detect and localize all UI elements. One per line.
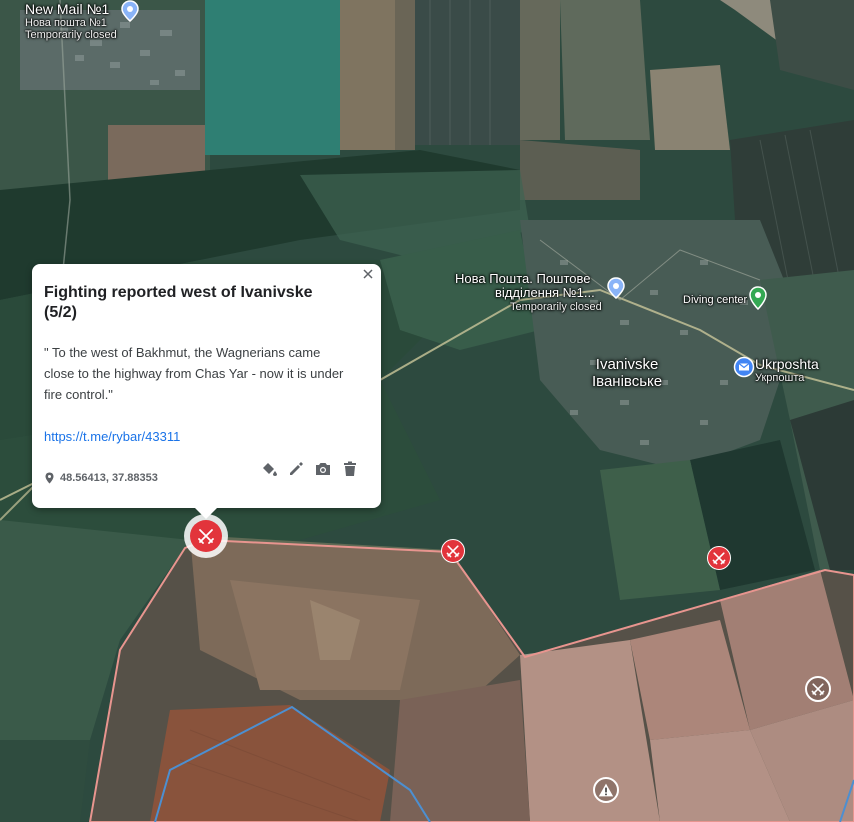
place-label-novaposhta[interactable]: Нова Пошта. Поштове відділення №1... Tem… — [455, 271, 602, 313]
place-label-newmail[interactable]: New Mail №1 Нова пошта №1 Temporarily cl… — [25, 1, 117, 42]
place-name: New Mail №1 — [25, 1, 110, 17]
popup-toolbar — [259, 459, 359, 478]
town-label-ivanivske: Ivanivske Іванівське — [592, 356, 662, 391]
close-button[interactable] — [361, 267, 375, 281]
map-pin-diving[interactable] — [748, 286, 768, 315]
warning-marker[interactable] — [593, 777, 619, 803]
battle-marker[interactable] — [441, 539, 465, 563]
town-name-uk: Іванівське — [592, 373, 663, 391]
battle-crossed-swords-icon — [198, 529, 214, 544]
place-name: Diving center — [683, 294, 748, 306]
coordinates-row: 48.56413, 37.88353 — [45, 472, 158, 484]
edit-button[interactable] — [286, 459, 305, 478]
delete-button[interactable] — [340, 459, 359, 478]
map-pin-novaposhta[interactable] — [606, 277, 626, 304]
selected-battle-marker[interactable] — [184, 514, 228, 558]
trash-icon — [343, 461, 356, 476]
warning-icon — [598, 783, 614, 797]
info-popup: Fighting reported west of Ivanivske (5/2… — [32, 264, 381, 519]
camera-icon — [315, 462, 330, 475]
pencil-icon — [289, 461, 303, 475]
place-status: Temporarily closed — [510, 300, 602, 313]
map-pin-newmail[interactable] — [120, 0, 140, 27]
town-name-en: Ivanivske — [595, 356, 659, 373]
location-pin-icon — [45, 472, 54, 484]
place-label-diving[interactable]: Diving center — [683, 294, 747, 306]
paint-bucket-icon — [262, 462, 277, 476]
coordinates-text: 48.56413, 37.88353 — [60, 472, 158, 484]
place-name-uk: Нова пошта №1 — [25, 17, 107, 30]
source-link[interactable]: https://t.me/rybar/43311 — [44, 429, 180, 444]
style-button[interactable] — [259, 459, 278, 478]
mail-pin-icon — [733, 356, 755, 378]
place-status: Temporarily closed — [25, 29, 117, 42]
battle-crossed-swords-icon — [446, 545, 460, 558]
battle-marker[interactable] — [707, 546, 731, 570]
location-pin-icon — [607, 277, 625, 299]
map-pin-ukrposhta[interactable] — [733, 356, 755, 383]
close-icon — [363, 269, 373, 279]
battle-crossed-swords-icon — [811, 683, 825, 696]
battle-marker-outline[interactable] — [805, 676, 831, 702]
popup-title: Fighting reported west of Ivanivske (5/2… — [44, 284, 313, 321]
diving-pin-icon — [749, 286, 767, 311]
place-label-ukrposhta[interactable]: Ukrposhta Укрпошта — [755, 356, 819, 385]
popup-description: " To the west of Bakhmut, the Wagnerians… — [44, 345, 344, 402]
place-name-uk: Укрпошта — [755, 372, 805, 385]
location-pin-icon — [121, 0, 139, 22]
place-name-cont: відділення №1... — [495, 285, 595, 301]
battle-crossed-swords-icon — [712, 552, 726, 565]
photo-button[interactable] — [313, 459, 332, 478]
place-name: Ukrposhta — [755, 356, 819, 372]
